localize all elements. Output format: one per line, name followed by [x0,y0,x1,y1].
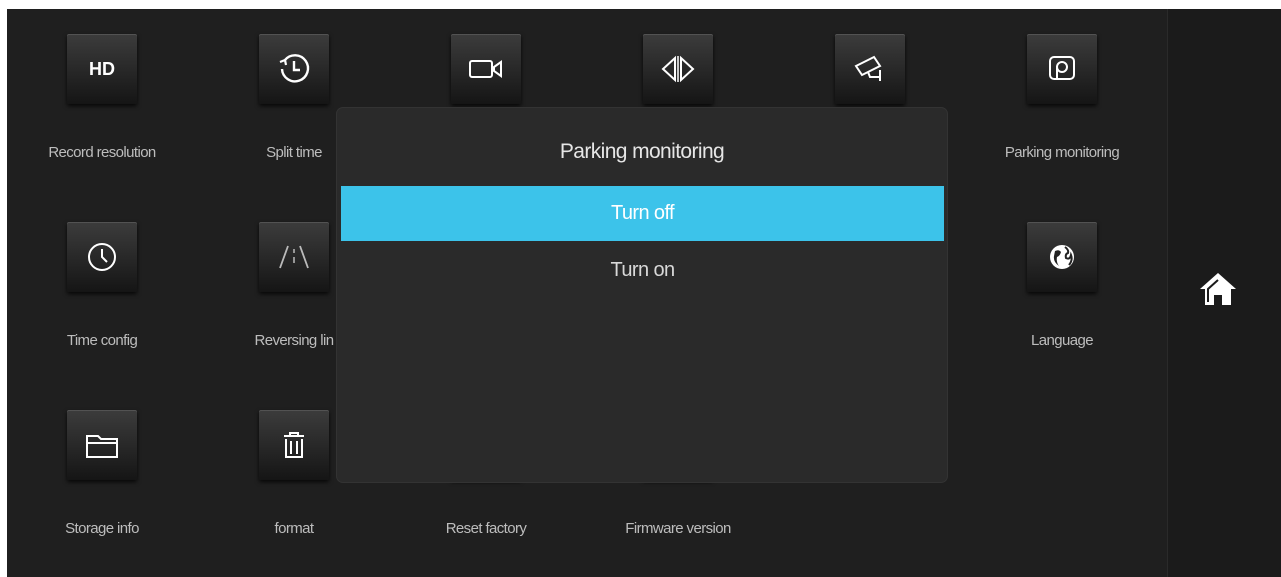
option-turn-off[interactable]: Turn off [341,186,944,241]
reversing-lines-icon [259,222,329,292]
home-icon [1200,273,1236,305]
folder-icon [67,410,137,480]
trash-icon [259,410,329,480]
hd-icon: HD [67,34,137,104]
globe-icon [1027,222,1097,292]
menu-item-time-config[interactable]: Time config [7,197,187,349]
video-camera-icon [451,34,521,104]
time-icon [67,222,137,292]
option-turn-on[interactable]: Turn on [341,243,944,298]
clock-icon [259,34,329,104]
menu-item-label: Parking monitoring [1004,144,1120,161]
menu-item-label: Reset factory [445,520,527,537]
menu-item-label: Storage info [65,520,139,537]
right-rail [1167,9,1281,577]
cctv-camera-icon [835,34,905,104]
hd-icon-text: HD [89,58,115,79]
home-button[interactable] [1198,269,1238,309]
menu-item-label: Record resolution [48,144,156,161]
menu-item-parking-monitoring[interactable]: Parking monitoring [967,9,1147,161]
settings-screen: HD Record resolution Split time Parking … [7,9,1281,577]
menu-item-label: format [274,520,315,537]
parking-monitoring-dialog: Parking monitoring Turn off Turn on [337,108,947,482]
menu-item-storage-info[interactable]: Storage info [7,385,187,537]
menu-item-label: Firmware version [625,520,731,537]
mirror-arrows-icon [643,34,713,104]
menu-item-label: Time config [66,332,138,349]
menu-item-label: Language [1031,332,1094,349]
menu-item-language[interactable]: Language [967,197,1147,349]
parking-icon [1027,34,1097,104]
menu-item-record-resolution[interactable]: HD Record resolution [7,9,187,161]
dialog-title: Parking monitoring [559,140,725,163]
